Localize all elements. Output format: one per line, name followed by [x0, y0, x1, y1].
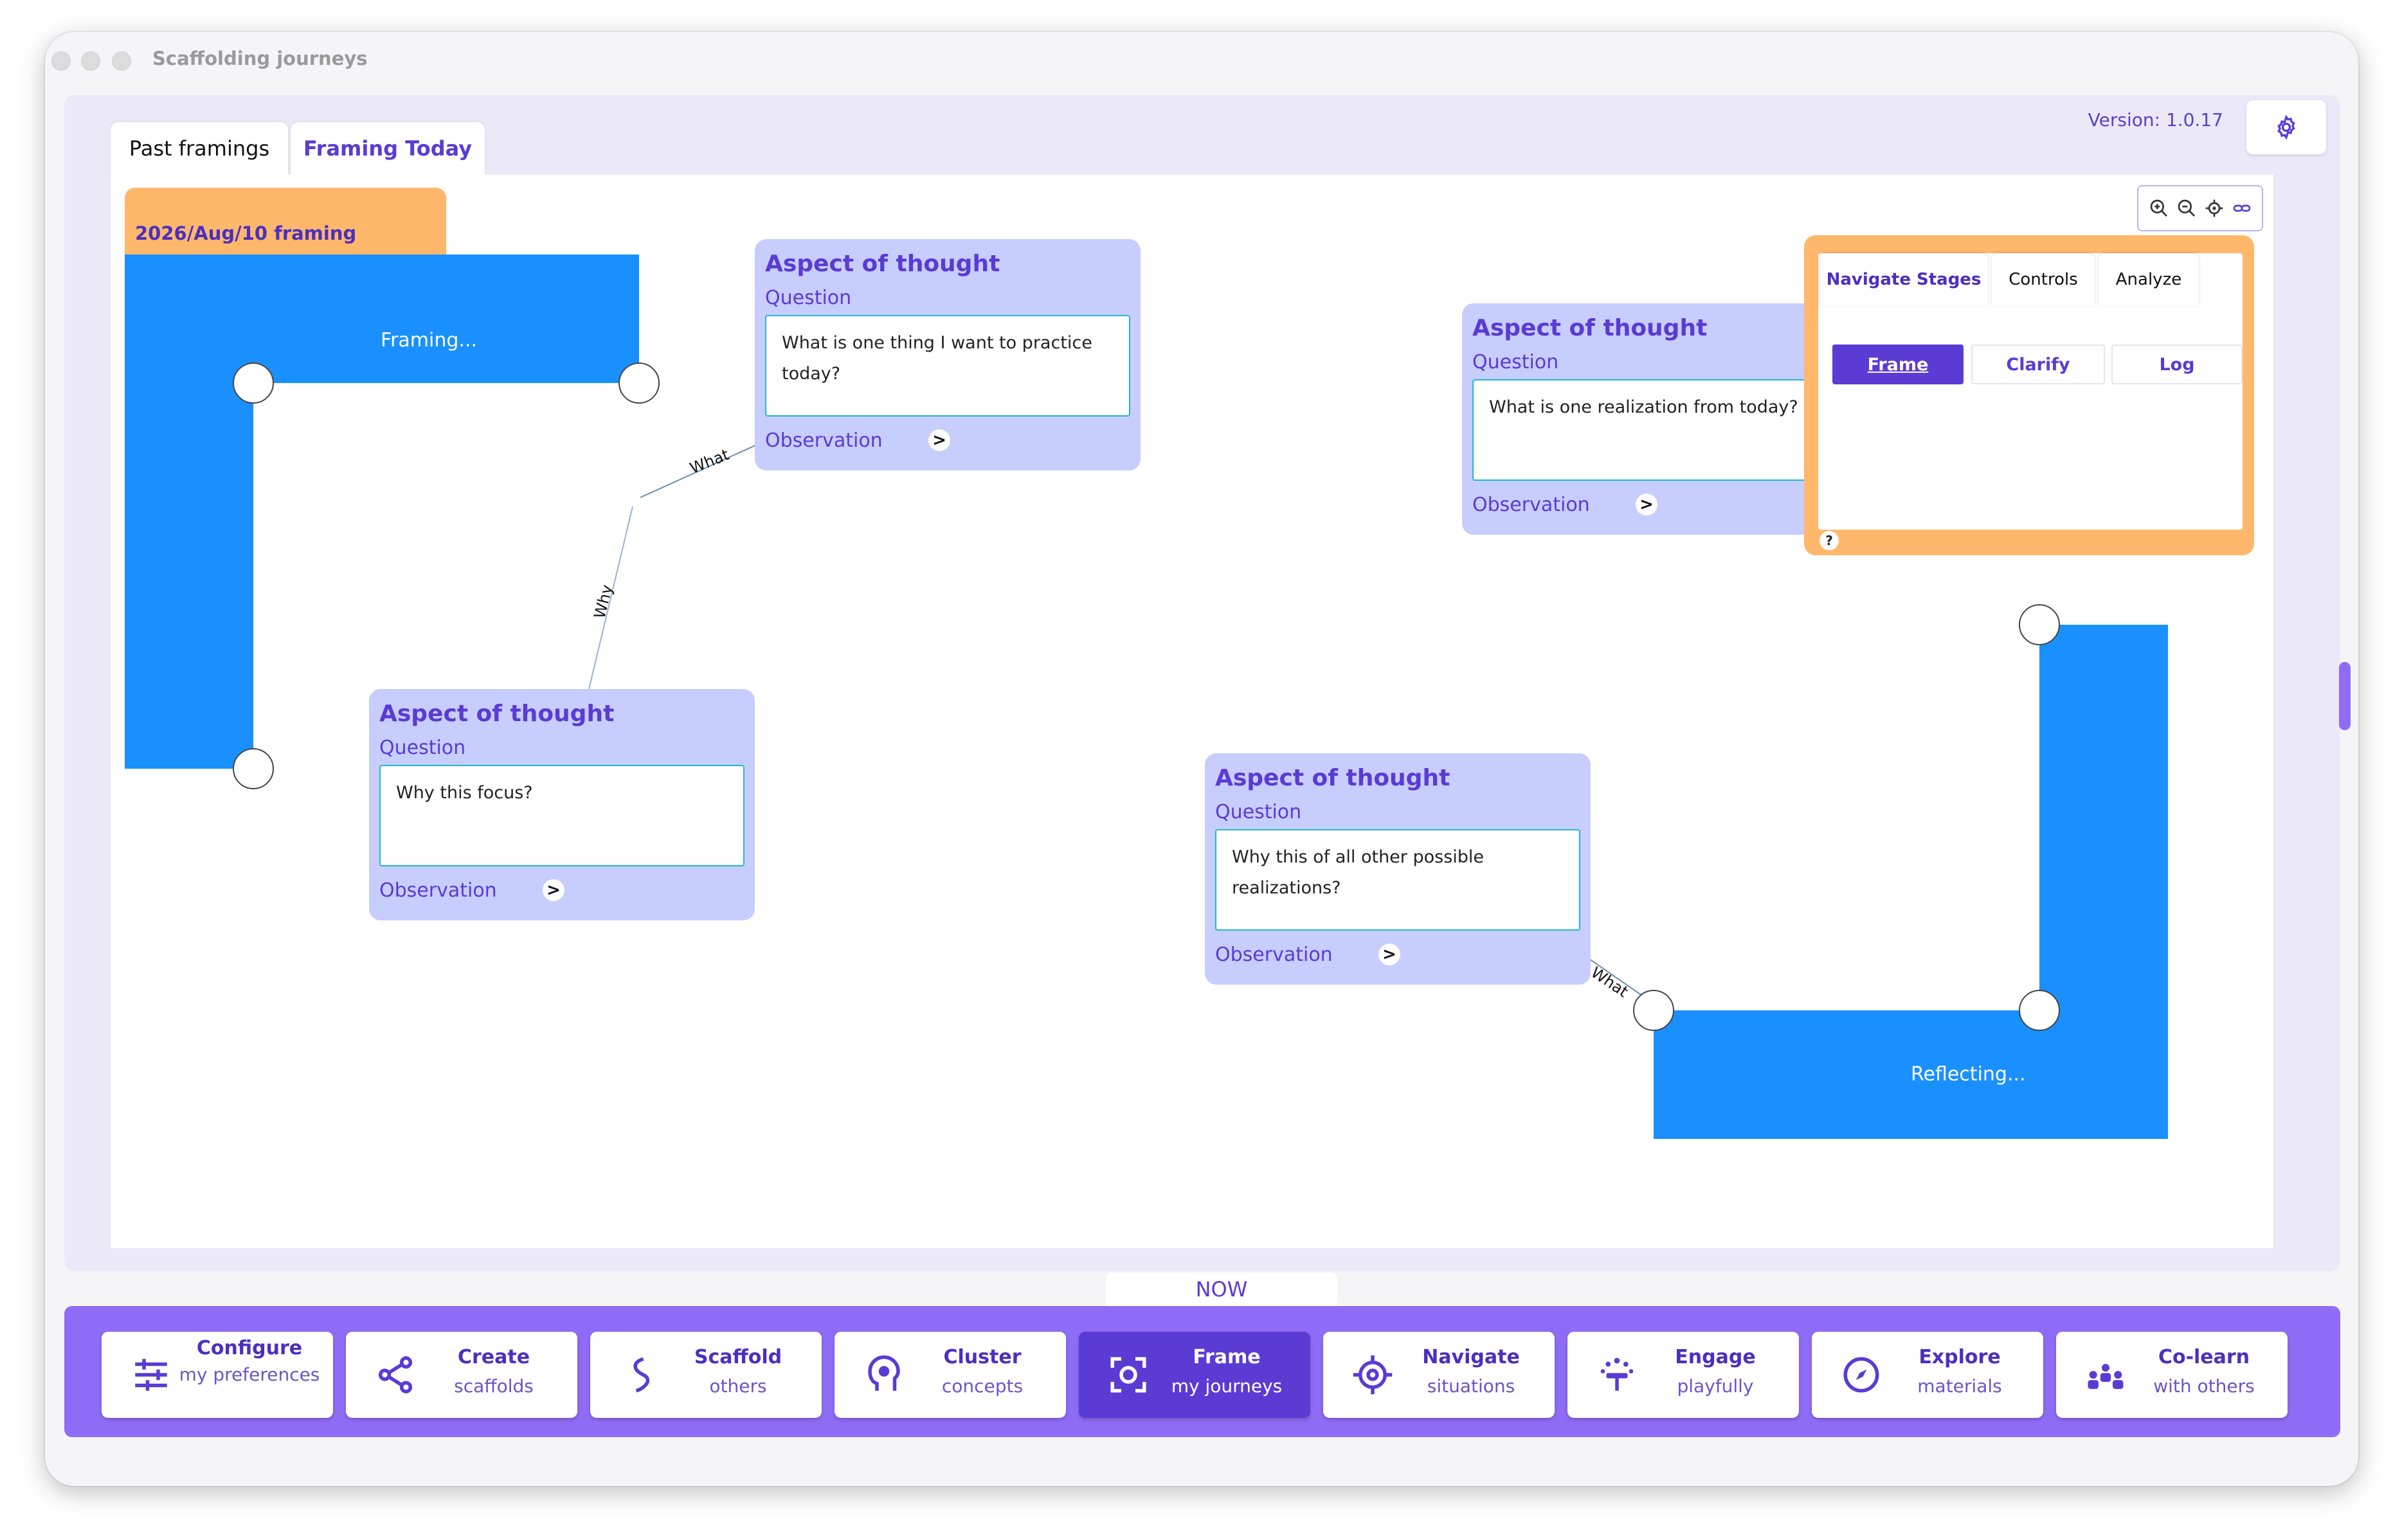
nav-cluster[interactable]: Cluster concepts: [835, 1332, 1066, 1418]
nav-main-label: Engage: [1675, 1346, 1756, 1368]
bottom-nav: Configure my preferences Create scaffold…: [64, 1306, 2340, 1437]
question-field[interactable]: What is one thing I want to practice tod…: [765, 315, 1130, 416]
tab-past-framings[interactable]: Past framings: [111, 122, 288, 175]
aspect-card[interactable]: Aspect of thought Question What is one t…: [755, 239, 1141, 470]
observation-button[interactable]: >: [543, 879, 564, 901]
nav-sub-label: playfully: [1677, 1375, 1754, 1397]
zoom-out-icon[interactable]: [2176, 198, 2197, 219]
nav-engage[interactable]: Engage playfully: [1567, 1332, 1799, 1418]
nav-co-learn[interactable]: Co-learn with others: [2056, 1332, 2288, 1418]
nav-sub-label: my journeys: [1171, 1375, 1283, 1397]
nav-main-label: Scaffold: [694, 1346, 782, 1368]
nav-main-label: Create: [457, 1346, 530, 1368]
observation-label: Observation: [379, 879, 497, 902]
settings-button[interactable]: [2246, 100, 2326, 154]
nav-main-label: Configure: [196, 1337, 303, 1359]
question-field[interactable]: What is one realization from today?: [1472, 379, 1838, 481]
connection-node[interactable]: [2019, 990, 2060, 1031]
nav-main-label: Cluster: [943, 1346, 1022, 1368]
window-title: Scaffolding journeys: [152, 48, 368, 69]
nav-main-label: Navigate: [1422, 1346, 1520, 1368]
connection-node[interactable]: [1633, 990, 1674, 1031]
nav-scaffold[interactable]: Scaffold others: [590, 1332, 822, 1418]
main-panel: Past framings Framing Today Version: 1.0…: [64, 95, 2340, 1271]
nav-sub-label: materials: [1917, 1375, 2002, 1397]
sparkle-icon: [1600, 1357, 1634, 1391]
target-icon[interactable]: [2204, 198, 2225, 219]
question-field[interactable]: Why this of all other possible realizati…: [1215, 829, 1580, 931]
clarify-stage-button[interactable]: Clarify: [1971, 345, 2105, 384]
zoom-in-icon[interactable]: [2149, 198, 2169, 219]
question-label: Question: [1472, 351, 1559, 373]
head-icon: [868, 1355, 900, 1391]
nav-frame[interactable]: Frame my journeys: [1079, 1332, 1310, 1418]
app-window: Scaffolding journeys Past framings Frami…: [45, 32, 2358, 1486]
aspect-title: Aspect of thought: [1215, 765, 1450, 791]
gear-icon: [2277, 114, 2295, 140]
minimize-window-button[interactable]: [81, 51, 100, 71]
aspect-title: Aspect of thought: [379, 701, 615, 727]
nodes-icon: [378, 1356, 413, 1393]
nav-sub-label: situations: [1427, 1375, 1515, 1397]
vertical-scrollbar[interactable]: [2339, 662, 2351, 730]
observation-button[interactable]: >: [928, 429, 950, 451]
connection-node[interactable]: [233, 363, 274, 404]
nav-navigate[interactable]: Navigate situations: [1323, 1332, 1555, 1418]
link-icon[interactable]: [2232, 198, 2252, 219]
nav-sub-label: scaffolds: [454, 1375, 534, 1397]
target-icon: [1353, 1355, 1393, 1395]
tab-navigate-stages[interactable]: Navigate Stages: [1820, 253, 1988, 306]
now-label: NOW: [1106, 1273, 1337, 1306]
aspect-title: Aspect of thought: [765, 251, 1000, 277]
question-label: Question: [379, 737, 466, 759]
tab-controls[interactable]: Controls: [1992, 253, 2095, 306]
aspect-title: Aspect of thought: [1472, 315, 1708, 341]
title-bar: Scaffolding journeys: [45, 32, 2358, 94]
observation-label: Observation: [1472, 494, 1590, 516]
close-window-button[interactable]: [51, 51, 71, 71]
question-label: Question: [1215, 801, 1302, 823]
compass-icon: [1843, 1357, 1879, 1393]
aspect-card[interactable]: Aspect of thought Question What is one r…: [1462, 303, 1848, 535]
focus-frame-icon: [1110, 1357, 1146, 1393]
observation-button[interactable]: >: [1636, 494, 1657, 515]
nav-configure[interactable]: Configure my preferences: [102, 1332, 333, 1418]
nav-explore[interactable]: Explore materials: [1812, 1332, 2043, 1418]
connection-node[interactable]: [2019, 604, 2060, 645]
maximize-window-button[interactable]: [112, 51, 131, 71]
controls-panel-body: Navigate Stages Controls Analyze Frame C…: [1818, 253, 2243, 530]
help-button[interactable]: ?: [1820, 531, 1839, 550]
question-field[interactable]: Why this focus?: [379, 765, 745, 866]
sliders-icon: [135, 1359, 167, 1391]
nav-sub-label: others: [709, 1375, 767, 1397]
log-stage-button[interactable]: Log: [2111, 345, 2243, 384]
tab-framing-today[interactable]: Framing Today: [291, 122, 485, 175]
nav-main-label: Co-learn: [2158, 1346, 2250, 1368]
path-icon: [633, 1357, 650, 1393]
nav-sub-label: with others: [2153, 1375, 2255, 1397]
zoom-toolbar: [2137, 185, 2263, 231]
tab-analyze[interactable]: Analyze: [2099, 253, 2199, 306]
nav-sub-label: concepts: [941, 1375, 1024, 1397]
aspect-card[interactable]: Aspect of thought Question Why this of a…: [1205, 753, 1591, 985]
controls-panel: Navigate Stages Controls Analyze Frame C…: [1804, 235, 2254, 555]
connection-node[interactable]: [233, 748, 274, 789]
connection-node[interactable]: [619, 363, 660, 404]
observation-label: Observation: [1215, 944, 1333, 966]
version-label: Version: 1.0.17: [2088, 109, 2223, 130]
aspect-card[interactable]: Aspect of thought Question Why this focu…: [369, 689, 755, 920]
nav-sub-label: my preferences: [179, 1364, 320, 1385]
question-label: Question: [765, 287, 852, 309]
observation-button[interactable]: >: [1378, 944, 1400, 965]
nav-main-label: Frame: [1193, 1346, 1261, 1368]
frame-stage-button[interactable]: Frame: [1832, 345, 1964, 384]
nav-create[interactable]: Create scaffolds: [346, 1332, 577, 1418]
group-icon: [2088, 1363, 2124, 1389]
observation-label: Observation: [765, 429, 883, 452]
nav-main-label: Explore: [1919, 1346, 2001, 1368]
